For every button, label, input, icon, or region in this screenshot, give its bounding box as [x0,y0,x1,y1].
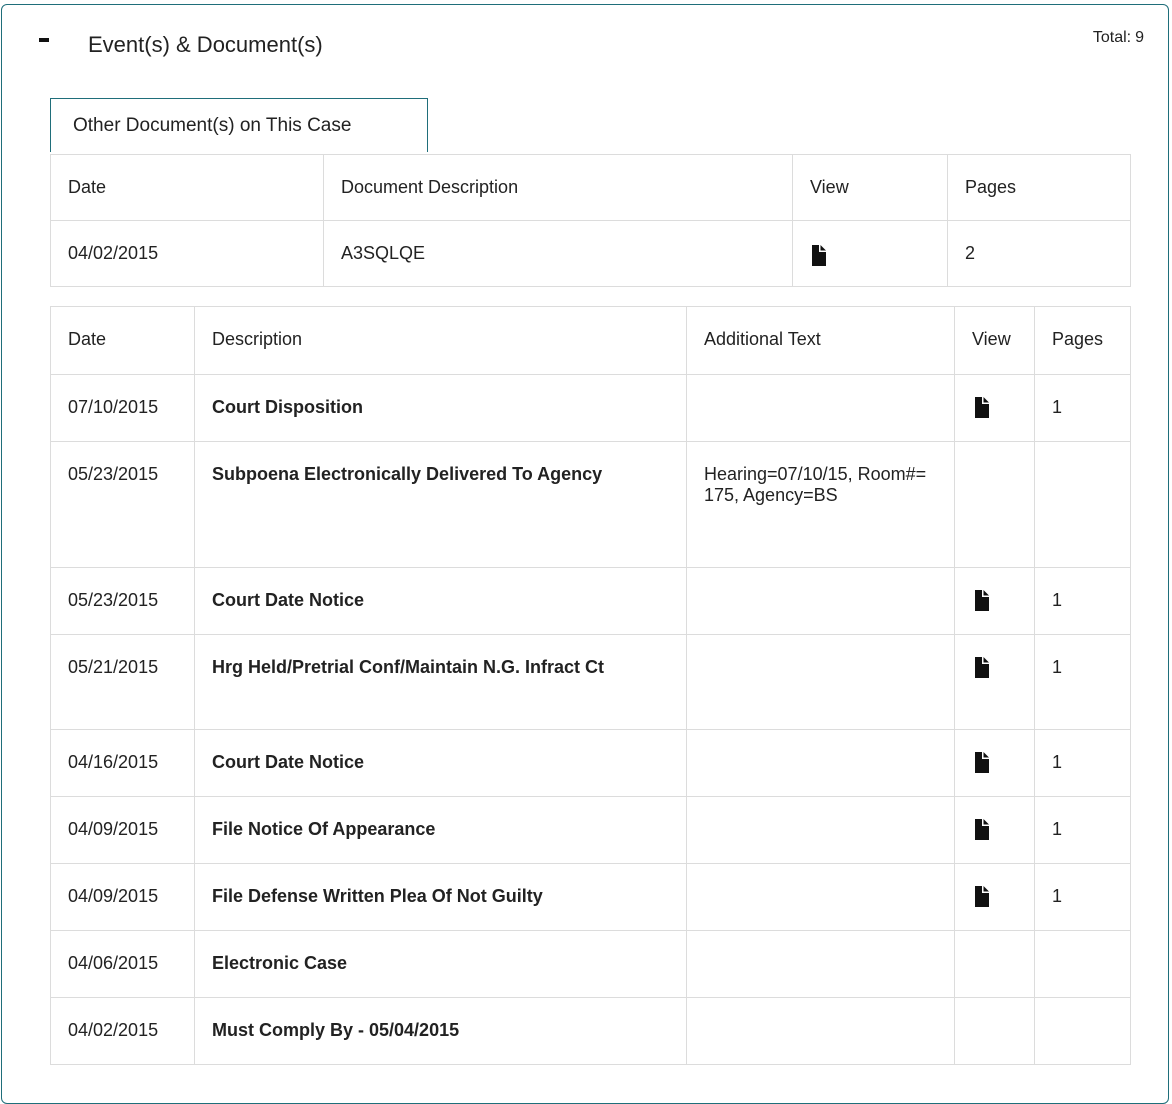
row-view [954,997,1035,1065]
total-label: Total: [1092,29,1132,46]
row-description: Court Date Notice [194,729,687,797]
document-icon[interactable] [973,819,989,845]
row-date: 05/23/2015 [50,441,195,568]
row-date: 04/09/2015 [50,863,195,931]
row-pages [1034,930,1131,998]
row-pages: 2 [947,220,1131,287]
row-additional-text [686,997,955,1065]
column-header-pages: Pages [947,154,1131,221]
total-count: Total: 9 [1093,29,1144,47]
row-additional-text [686,863,955,931]
document-icon[interactable] [973,657,989,683]
column-header-pages: Pages [1034,306,1131,375]
row-additional-text [686,930,955,998]
column-header-date: Date [50,154,324,221]
column-header-additional-text: Additional Text [686,306,955,375]
row-description: File Notice Of Appearance [194,796,687,864]
document-icon[interactable] [810,245,826,271]
table-row: 04/09/2015 File Defense Written Plea Of N… [50,863,1131,931]
row-date: 04/06/2015 [50,930,195,998]
row-pages: 1 [1034,729,1131,797]
table-row: 04/09/2015 File Notice Of Appearance 1 [50,796,1131,864]
table-row: 05/23/2015 Court Date Notice 1 [50,567,1131,635]
row-view [954,930,1035,998]
table-row: 04/06/2015 Electronic Case [50,930,1131,998]
row-view [954,796,1035,864]
column-header-date: Date [50,306,195,375]
document-icon[interactable] [973,590,989,616]
table-header-row: Date Description Additional Text View Pa… [50,306,1131,375]
minus-icon[interactable] [39,38,49,42]
table-row: 04/02/2015 Must Comply By - 05/04/2015 [50,997,1131,1065]
table-header-row: Date Document Description View Pages [50,154,1131,221]
other-documents-table: Date Document Description View Pages 04/… [50,154,1131,287]
row-view [954,863,1035,931]
row-pages: 1 [1034,863,1131,931]
row-pages: 1 [1034,374,1131,442]
row-date: 05/23/2015 [50,567,195,635]
row-additional-text [686,796,955,864]
document-icon[interactable] [973,752,989,778]
column-header-view: View [792,154,948,221]
row-date: 04/09/2015 [50,796,195,864]
row-view [954,374,1035,442]
row-view [792,220,948,287]
row-description: File Defense Written Plea Of Not Guilty [194,863,687,931]
row-additional-text: Hearing=07/10/15, Room#= 175, Agency=BS [686,441,955,568]
row-pages [1034,441,1131,568]
row-description: Hrg Held/Pretrial Conf/Maintain N.G. Inf… [194,634,687,730]
other-documents-tab[interactable]: Other Document(s) on This Case [50,98,428,152]
row-additional-text [686,567,955,635]
row-date: 04/02/2015 [50,220,324,287]
column-header-document-description: Document Description [323,154,793,221]
row-view [954,441,1035,568]
row-additional-text [686,374,955,442]
panel-header[interactable]: Event(s) & Document(s) Total: 9 [2,5,1168,75]
row-description: Subpoena Electronically Delivered To Age… [194,441,687,568]
row-additional-text [686,634,955,730]
table-row: 05/21/2015 Hrg Held/Pretrial Conf/Maintai… [50,634,1131,730]
column-header-description: Description [194,306,687,375]
events-table: Date Description Additional Text View Pa… [50,306,1131,1065]
panel-title[interactable]: Event(s) & Document(s) [88,32,323,58]
table-row: 04/16/2015 Court Date Notice 1 [50,729,1131,797]
row-pages [1034,997,1131,1065]
row-view [954,567,1035,635]
table-row: 07/10/2015 Court Disposition 1 [50,374,1131,442]
row-view [954,634,1035,730]
column-header-view: View [954,306,1035,375]
document-icon[interactable] [973,886,989,912]
row-date: 05/21/2015 [50,634,195,730]
row-description: Electronic Case [194,930,687,998]
row-description: Court Disposition [194,374,687,442]
row-view [954,729,1035,797]
row-date: 04/02/2015 [50,997,195,1065]
row-description: Court Date Notice [194,567,687,635]
row-date: 04/16/2015 [50,729,195,797]
table-row: 04/02/2015 A3SQLQE 2 [50,220,1131,287]
row-date: 07/10/2015 [50,374,195,442]
document-icon[interactable] [973,397,989,423]
row-pages: 1 [1034,634,1131,730]
row-description: Must Comply By - 05/04/2015 [194,997,687,1065]
total-value: 9 [1135,29,1144,46]
row-additional-text [686,729,955,797]
table-row: 05/23/2015 Subpoena Electronically Delive… [50,441,1131,568]
row-document-description: A3SQLQE [323,220,793,287]
row-pages: 1 [1034,796,1131,864]
row-pages: 1 [1034,567,1131,635]
